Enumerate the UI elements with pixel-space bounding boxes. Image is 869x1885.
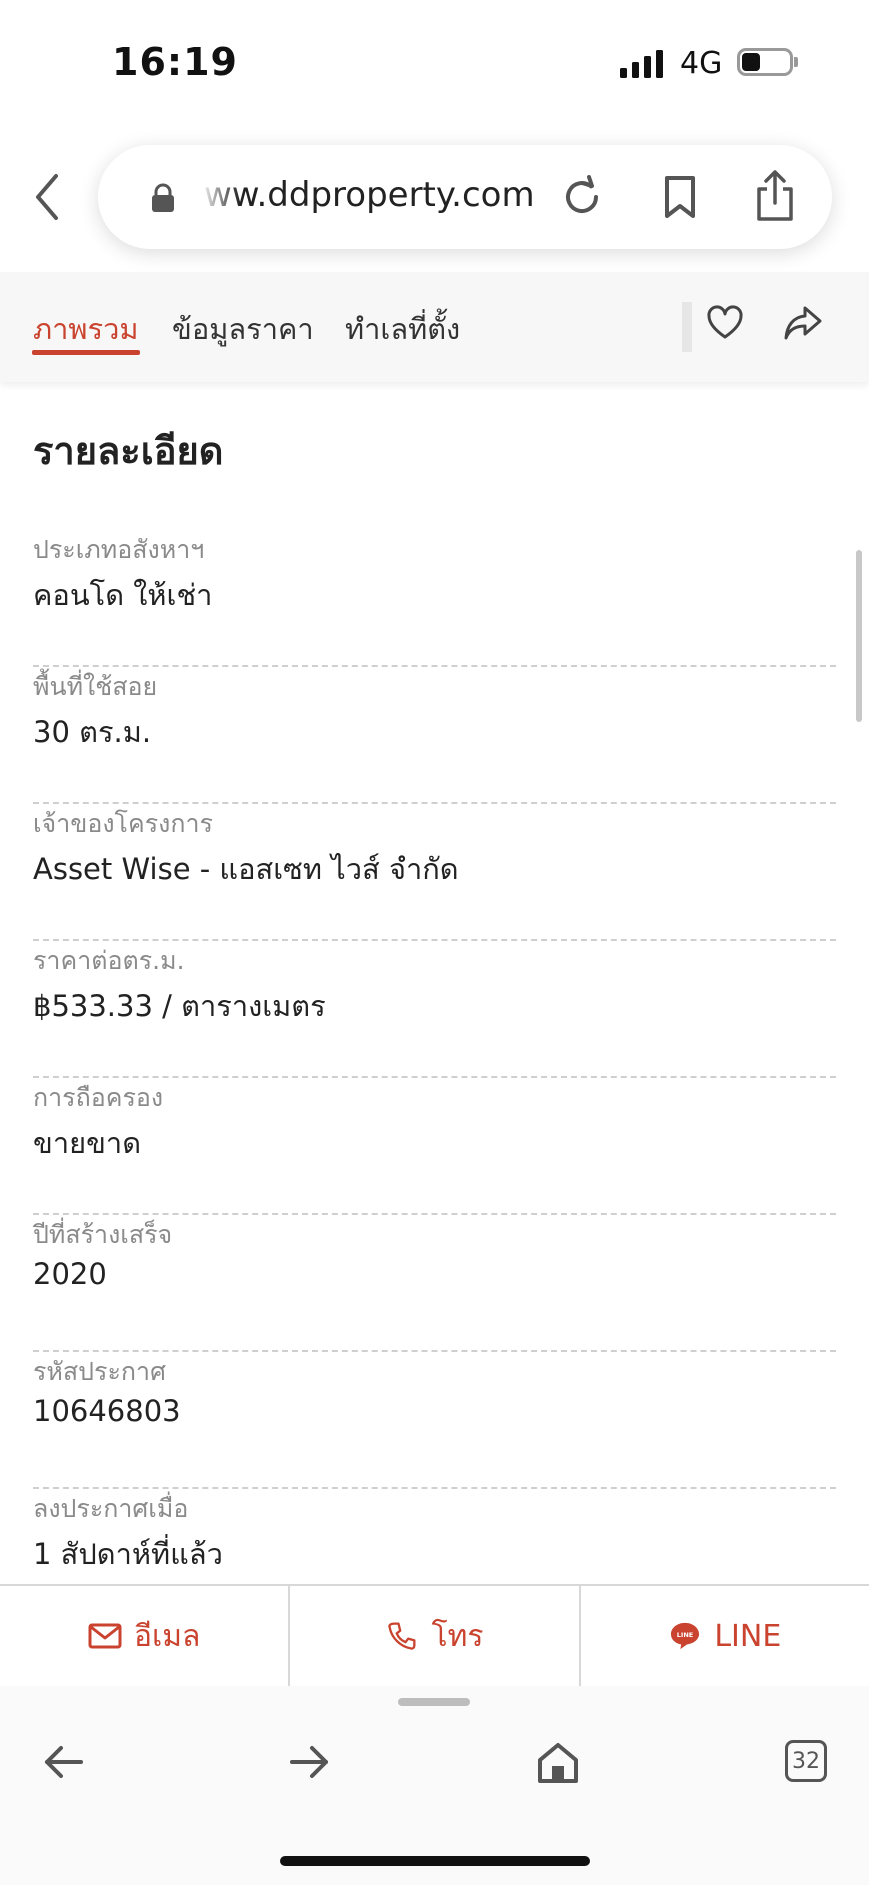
- call-label: โทร: [431, 1618, 484, 1654]
- share-icon[interactable]: [754, 170, 796, 222]
- heart-icon[interactable]: [706, 304, 744, 342]
- svg-text:LINE: LINE: [677, 1631, 694, 1639]
- detail-row-developer: เจ้าของโครงการ Asset Wise - แอสเซท ไวส์ …: [33, 804, 836, 941]
- detail-row-listing-id: รหัสประกาศ 10646803: [33, 1352, 836, 1489]
- detail-label: ประเภทอสังหาฯ: [33, 535, 205, 564]
- detail-label: การถือครอง: [33, 1083, 164, 1112]
- detail-value: 2020: [33, 1257, 107, 1291]
- detail-label: ราคาต่อตร.ม.: [33, 946, 185, 975]
- battery-tip: [794, 57, 798, 67]
- status-time: 16:19: [112, 40, 238, 84]
- line-icon: LINE: [671, 1622, 700, 1650]
- forward-share-icon[interactable]: [783, 304, 823, 342]
- section-title: รายละเอียด: [33, 429, 224, 473]
- mail-icon: [88, 1623, 122, 1649]
- detail-value: คอนโด ให้เช่า: [33, 578, 213, 612]
- back-chevron-icon[interactable]: [30, 170, 64, 224]
- detail-row-listed-date: ลงประกาศเมื่อ 1 สัปดาห์ที่แล้ว: [33, 1489, 836, 1584]
- detail-value: ขายขาด: [33, 1126, 142, 1160]
- forward-arrow-icon[interactable]: [288, 1740, 332, 1784]
- bookmark-icon[interactable]: [662, 175, 698, 219]
- call-button[interactable]: โทร: [290, 1586, 581, 1686]
- email-button[interactable]: อีเมล: [0, 1586, 291, 1686]
- detail-row-tenure: การถือครอง ขายขาด: [33, 1078, 836, 1215]
- detail-value: ฿533.33 / ตารางเมตร: [33, 989, 326, 1023]
- lock-icon: [152, 183, 174, 212]
- detail-label: รหัสประกาศ: [33, 1357, 166, 1386]
- scrollbar[interactable]: [856, 550, 862, 722]
- url-text[interactable]: ww.ddproperty.com: [204, 175, 535, 215]
- detail-row-area: พื้นที่ใช้สอย 30 ตร.ม.: [33, 667, 836, 804]
- tab-divider: [682, 302, 692, 352]
- reload-icon[interactable]: [560, 175, 604, 219]
- back-arrow-icon[interactable]: [41, 1740, 85, 1784]
- network-label: 4G: [680, 46, 723, 81]
- detail-value: 10646803: [33, 1394, 181, 1428]
- tab-location[interactable]: ทำเลที่ตั้ง: [345, 306, 460, 352]
- phone-icon: [388, 1622, 416, 1650]
- battery-level: [742, 53, 760, 71]
- tab-overview[interactable]: ภาพรวม: [33, 306, 139, 352]
- line-button[interactable]: LINE LINE: [581, 1586, 869, 1686]
- tab-active-indicator: [32, 350, 140, 355]
- detail-value: 30 ตร.ม.: [33, 715, 152, 749]
- detail-label: เจ้าของโครงการ: [33, 809, 213, 838]
- detail-label: พื้นที่ใช้สอย: [33, 672, 158, 701]
- line-label: LINE: [714, 1618, 782, 1654]
- url-fade: [200, 170, 240, 220]
- detail-row-completion-year: ปีที่สร้างเสร็จ 2020: [33, 1215, 836, 1352]
- detail-label: ลงประกาศเมื่อ: [33, 1494, 189, 1523]
- toolbar-handle[interactable]: [398, 1698, 470, 1706]
- detail-value: 1 สัปดาห์ที่แล้ว: [33, 1537, 223, 1571]
- detail-row-price-per-sqm: ราคาต่อตร.ม. ฿533.33 / ตารางเมตร: [33, 941, 836, 1078]
- tabs-count-button[interactable]: 32: [785, 1740, 827, 1782]
- tab-price-info[interactable]: ข้อมูลราคา: [172, 306, 314, 352]
- email-label: อีเมล: [133, 1618, 201, 1654]
- signal-icon: [620, 50, 663, 78]
- contact-bar: อีเมล โทร LINE LINE: [0, 1584, 869, 1686]
- detail-value: Asset Wise - แอสเซท ไวส์ จำกัด: [33, 852, 459, 886]
- home-icon[interactable]: [536, 1740, 580, 1784]
- detail-label: ปีที่สร้างเสร็จ: [33, 1220, 173, 1249]
- home-indicator[interactable]: [280, 1856, 590, 1866]
- detail-row-property-type: ประเภทอสังหาฯ คอนโด ให้เช่า: [33, 530, 836, 667]
